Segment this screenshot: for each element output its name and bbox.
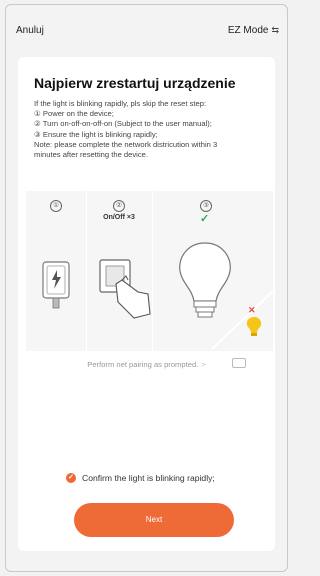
ez-mode-label: EZ Mode <box>227 24 269 36</box>
confirm-label: Confirm the light is blinking rapidly; <box>82 473 215 483</box>
step-number: ③ <box>200 200 212 212</box>
check-icon: ✓ <box>200 213 210 225</box>
device-icon <box>232 358 246 368</box>
reset-illustration: ① ② On/Off ×3 ③ ✓ ✕ <box>26 191 273 351</box>
toggle-count-label: On/Off ×3 <box>103 214 135 221</box>
instructions: If the light is blinking rapidly, pls sk… <box>34 99 266 160</box>
cancel-button[interactable]: Anuluj <box>16 25 44 36</box>
top-bar: Anuluj EZ Mode ⇆ <box>16 22 279 38</box>
confirm-checkbox[interactable]: ✓ Confirm the light is blinking rapidly; <box>66 473 215 483</box>
page-title: Najpierw zrestartuj urządzenie <box>34 75 236 91</box>
checkmark-icon: ✓ <box>66 473 76 483</box>
swap-icon: ⇆ <box>271 24 279 35</box>
step-power-on: ① <box>26 191 86 351</box>
instruction-line: ① Power on the device; <box>34 109 114 119</box>
chevron-right-icon: > <box>201 360 206 369</box>
instruction-line: ③ Ensure the light is blinking rapidly; <box>34 129 158 139</box>
step-number: ① <box>50 200 62 212</box>
instruction-line: Note: please complete the network distri… <box>34 139 218 149</box>
yellow-bulb-icon <box>246 317 262 336</box>
switch-press-icon <box>99 259 151 319</box>
instruction-line: ② Turn on-off-on-off-on (Subject to the … <box>34 119 212 129</box>
step-blinking: ③ ✓ ✕ <box>152 191 273 351</box>
power-plug-icon <box>42 261 70 309</box>
step-toggle: ② On/Off ×3 <box>86 191 152 351</box>
instruction-line: minutes after resetting the device. <box>34 150 148 160</box>
ez-mode-button[interactable]: EZ Mode ⇆ <box>228 25 279 36</box>
next-button[interactable]: Next <box>74 503 234 537</box>
reset-card: Najpierw zrestartuj urządzenie If the li… <box>18 57 275 551</box>
instruction-line: If the light is blinking rapidly, pls sk… <box>34 99 207 108</box>
step-number: ② <box>113 200 125 212</box>
pairing-text: Perform net pairing as prompted. <box>87 360 199 369</box>
